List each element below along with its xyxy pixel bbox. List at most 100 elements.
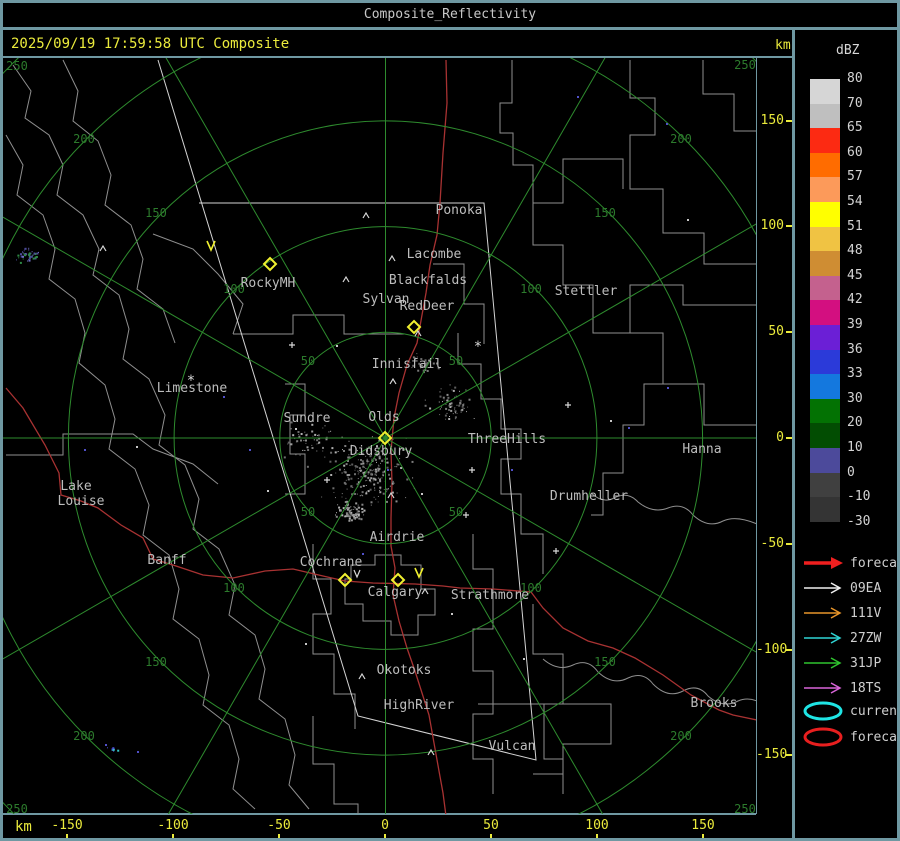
right-axis-label: -100 — [756, 641, 788, 657]
echo-dot-icon — [84, 449, 86, 451]
range-ring-label: 250 — [6, 802, 28, 814]
legend-label: 111V — [850, 605, 882, 621]
station-plus-icon — [469, 467, 475, 473]
range-ring-label: 200 — [73, 729, 95, 743]
range-ring-label: 250 — [6, 59, 28, 73]
title-bar: Composite_Reflectivity — [3, 3, 897, 30]
station-caret-icon — [421, 587, 429, 595]
city-label-Lacombe: Lacombe — [407, 247, 462, 262]
town-dot-icon — [687, 219, 689, 221]
county-boundary — [457, 333, 544, 574]
range-ring-label: 250 — [734, 802, 756, 814]
scale-level-label: 20 — [847, 415, 863, 431]
town-dot-icon — [610, 420, 612, 422]
station-caret-icon — [427, 748, 435, 756]
bottom-axis-tick — [172, 834, 174, 838]
scale-color-block — [810, 152, 840, 178]
station-plus-icon — [463, 512, 469, 518]
town-dot-icon — [523, 658, 525, 660]
legend-label: forecast — [850, 555, 897, 571]
legend-label: current — [850, 703, 900, 719]
scale-color-block — [810, 374, 840, 400]
radar-map: * * 50 50 50 50 100 100 100 100 150 150 150 150 200 200… — [3, 3, 897, 838]
scale-level-label: 80 — [847, 71, 863, 86]
echo-dot-icon — [387, 469, 389, 471]
range-ring-label: 150 — [145, 655, 167, 669]
timestamp: 2025/09/19 17:59:58 UTC Composite — [11, 36, 290, 52]
town-dot-icon — [451, 613, 453, 615]
town-dot-icon — [267, 490, 269, 492]
radar-map-canvas: **50 5050 50100 100100 100150 150150 150200 200… — [3, 3, 897, 838]
station-caret-icon — [99, 244, 107, 252]
range-ring-label: 150 — [594, 655, 616, 669]
city-label-ThreeHills: ThreeHills — [468, 432, 546, 447]
scale-level-label: 42 — [847, 292, 863, 308]
county-boundary — [6, 433, 219, 485]
bottom-axis-tick — [490, 834, 492, 838]
station-check-icon — [353, 569, 361, 579]
scale-color-block — [810, 300, 840, 326]
scale-title: dBZ — [836, 43, 860, 58]
city-label-Cochrane: Cochrane — [300, 555, 363, 570]
city-label-RockyMH: RockyMH — [241, 276, 296, 291]
scale-level-label: 39 — [847, 317, 863, 332]
city-label-Brooks: Brooks — [691, 696, 738, 711]
bottom-axis-label: 0 — [381, 818, 389, 833]
city-label-RedDeer: RedDeer — [400, 299, 455, 314]
city-label-Banff: Banff — [147, 553, 186, 568]
county-boundary — [5, 134, 256, 810]
right-axis-label: -50 — [760, 535, 784, 551]
storm-ellipse-icon — [803, 727, 843, 747]
city-label-Ponoka: Ponoka — [436, 203, 483, 218]
scale-color-block — [810, 251, 840, 277]
legend-item-09EA: 09EA — [802, 578, 881, 598]
range-ring-label: 50 — [449, 505, 463, 519]
city-label-Okotoks: Okotoks — [377, 663, 432, 678]
right-axis: 150 100 50 0 -50 -100 -150 — [756, 57, 792, 814]
scale-level-label: 33 — [847, 366, 863, 382]
right-axis-label: 50 — [768, 324, 784, 340]
range-ring-label: 150 — [594, 206, 616, 220]
colour-scale-panel: dBZ 80 70 65 60 57 54 51 48 45 42 39 36 33 30 20 10 0 -10… — [795, 30, 897, 838]
scale-level-label: 65 — [847, 120, 863, 136]
city-label-Lake: Lake — [60, 479, 91, 494]
right-axis-tick — [786, 436, 792, 439]
echo-dot-icon — [137, 751, 139, 753]
right-axis-unit: km — [775, 38, 791, 53]
bottom-axis-label: -100 — [157, 818, 189, 833]
scale-level-label: 36 — [847, 341, 863, 357]
radar-sector-outline — [157, 59, 537, 761]
echo-dot-icon — [667, 387, 669, 389]
scale-color-block — [810, 472, 840, 498]
legend-item-31JP: 31JP — [802, 653, 881, 673]
echo-dot-icon — [249, 449, 251, 451]
right-axis-tick — [786, 754, 792, 757]
range-ring-label: 50 — [301, 354, 315, 368]
track-arrow-icon — [804, 582, 842, 594]
city-label-Vulcan: Vulcan — [489, 739, 536, 754]
station-plus-icon — [565, 402, 571, 408]
legend-item-current: current — [802, 701, 900, 721]
range-ring-label: 100 — [223, 581, 245, 595]
county-boundary — [663, 383, 757, 426]
county-boundary — [591, 332, 664, 516]
track-arrow-icon — [804, 607, 842, 619]
bottom-axis-label: -50 — [267, 818, 291, 833]
station-caret-icon — [362, 211, 370, 219]
track-arrow-icon — [804, 632, 842, 644]
city-label-Louise: Louise — [58, 494, 105, 509]
scale-color-block — [810, 79, 840, 105]
city-label-Limestone: Limestone — [157, 381, 228, 396]
bottom-axis-tick — [278, 834, 280, 838]
right-axis-tick — [786, 648, 792, 651]
right-axis-tick — [786, 225, 792, 228]
legend-item-27ZW: 27ZW — [802, 628, 881, 648]
storm-vector-check-icon — [206, 240, 216, 252]
scale-level-label: -10 — [847, 489, 871, 505]
right-axis-label: 150 — [760, 112, 784, 128]
range-ring-label: 200 — [670, 729, 692, 743]
track-arrow-icon — [804, 657, 842, 669]
legend-label: 31JP — [850, 655, 882, 671]
scale-level-label: 30 — [847, 390, 863, 406]
legend-item-forecast: forecast — [802, 727, 897, 747]
